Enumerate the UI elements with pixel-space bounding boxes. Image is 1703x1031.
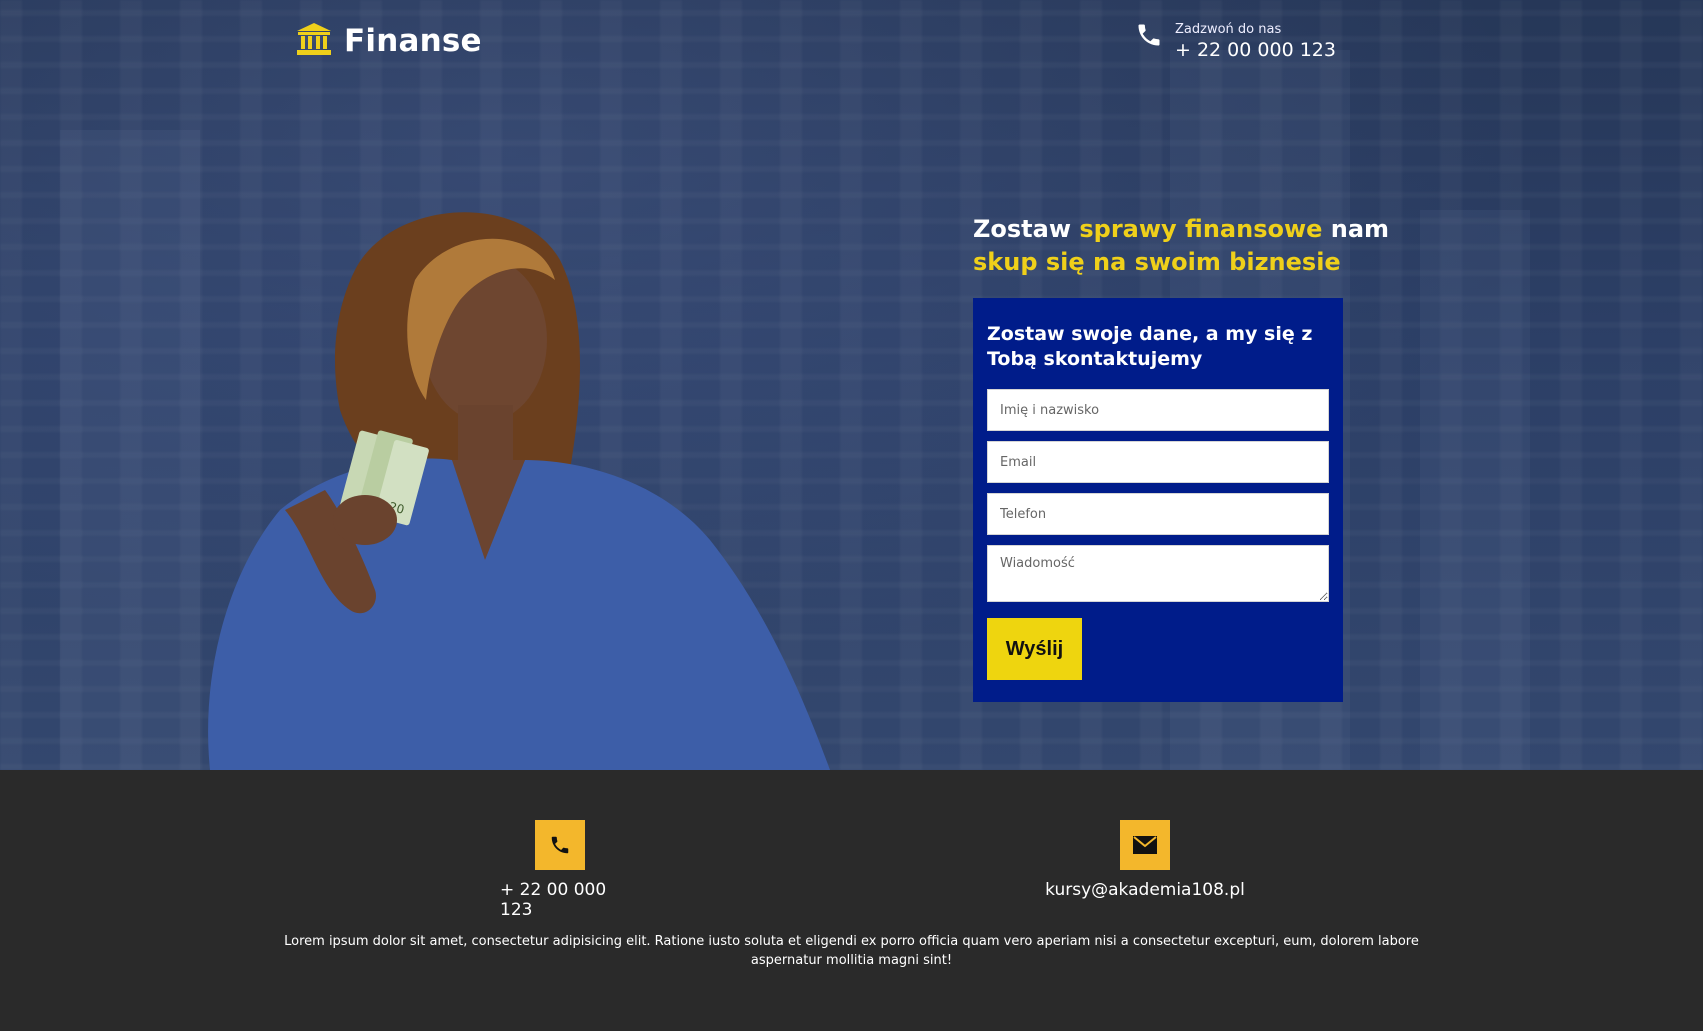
footer-phone-contact: + 22 00 000 123 [500,820,620,920]
brand-logo[interactable]: Finanse [296,22,482,60]
footer-phone-number[interactable]: + 22 00 000 123 [500,880,620,920]
form-title: Zostaw swoje dane, a my się z Tobą skont… [987,323,1313,370]
background-building [1420,210,1530,770]
submit-button[interactable]: Wyślij [987,618,1082,680]
message-field[interactable] [987,545,1329,602]
footer-email[interactable]: kursy@akademia108.pl [1045,880,1245,900]
background-building [60,130,200,770]
contact-form: Zostaw swoje dane, a my się z Tobą skont… [973,298,1343,702]
hero-section: Finanse Zadzwoń do nas + 22 00 000 123 2… [0,0,1703,770]
call-label: Zadzwoń do nas [1175,22,1282,37]
headline-accent: sprawy finansowe [1079,215,1323,243]
phone-icon [1135,20,1163,54]
headline-text: nam [1322,215,1390,243]
email-field[interactable] [987,441,1329,483]
envelope-icon [1120,820,1170,870]
header-call[interactable]: Zadzwoń do nas + 22 00 000 123 [1135,20,1336,61]
footer-description: Lorem ipsum dolor sit amet, consectetur … [284,934,1419,968]
hero-headline: Zostaw sprawy finansowe nam skup się na … [973,213,1389,279]
brand-name: Finanse [344,23,482,59]
footer: + 22 00 000 123 kursy@akademia108.pl Lor… [0,770,1703,1031]
phone-icon [535,820,585,870]
phone-field[interactable] [987,493,1329,535]
headline-subline: skup się na swoim biznesie [973,248,1341,276]
headline-text: Zostaw [973,215,1080,243]
call-phone-number[interactable]: + 22 00 000 123 [1175,39,1336,61]
bank-icon [296,22,332,60]
footer-email-contact: kursy@akademia108.pl [1040,820,1250,900]
woman-with-money-image: 20 [208,212,830,770]
name-field[interactable] [987,389,1329,431]
